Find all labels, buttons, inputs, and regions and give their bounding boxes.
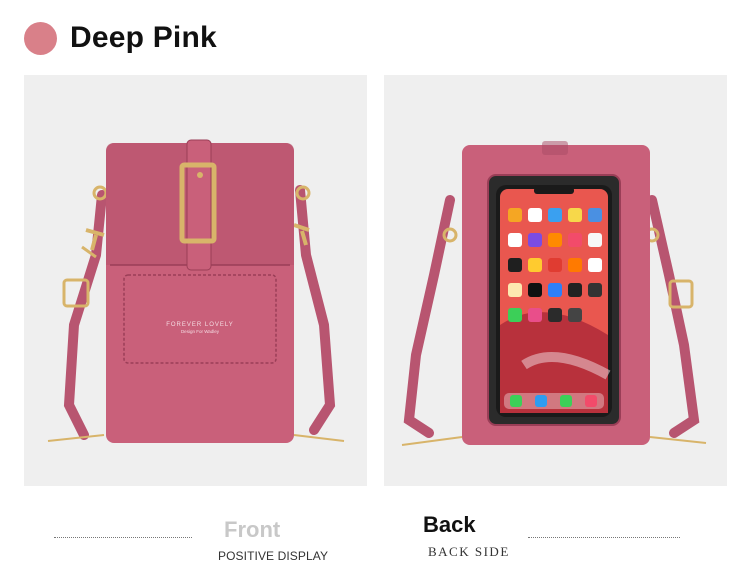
back-bag-illustration: [401, 141, 707, 446]
stud: [197, 172, 203, 178]
caption-divider-right: [528, 537, 680, 538]
back-caption-title: Back: [423, 512, 476, 537]
top-tab: [542, 141, 568, 155]
flap-tab: [186, 139, 212, 271]
back-product-image: [384, 75, 727, 486]
dock-safari-icon: [535, 395, 547, 407]
front-bag-illustration: FOREVER LOVELY Design For Wadley: [47, 139, 345, 443]
caption-divider-left: [54, 537, 192, 538]
color-swatch: [24, 21, 57, 55]
front-caption-subtitle: POSITIVE DISPLAY: [218, 549, 329, 563]
brand-line-1: FOREVER LOVELY: [166, 322, 234, 328]
zipper-pull-right: [649, 436, 707, 444]
dock-music-icon: [585, 395, 597, 407]
dock-phone-icon: [510, 395, 522, 407]
zipper-pull-right: [293, 434, 345, 442]
strap-right: [295, 185, 336, 435]
back-caption-subtitle: BACK SIDE: [428, 544, 510, 559]
brand-line-2: Design For Wadley: [181, 329, 220, 334]
front-product-image: FOREVER LOVELY Design For Wadley: [24, 75, 367, 486]
phone-notch: [534, 187, 574, 194]
color-name-title: Deep Pink: [70, 21, 217, 54]
dock-messages-icon: [560, 395, 572, 407]
zipper-pull-left: [47, 434, 105, 442]
header: Deep Pink: [24, 20, 217, 56]
zipper-pull-left: [401, 436, 463, 446]
front-caption-title: Front: [224, 517, 281, 542]
